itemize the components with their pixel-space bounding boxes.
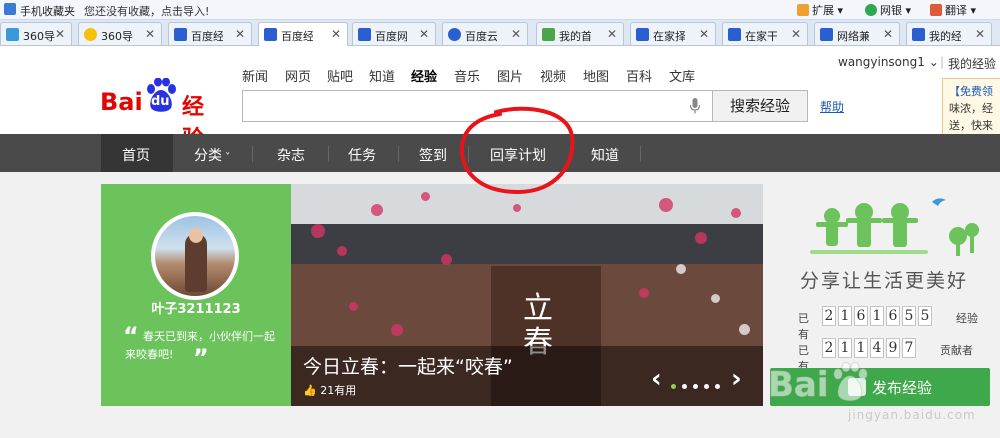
avatar-frame (151, 212, 239, 300)
divider (640, 146, 641, 162)
360-icon (6, 28, 19, 41)
tab-close-icon[interactable]: ✕ (607, 27, 617, 41)
tab-close-icon[interactable]: ✕ (791, 27, 801, 41)
nav-zhidao[interactable]: 知道 (369, 66, 395, 85)
chevron-left-icon[interactable]: ‹ (651, 364, 662, 394)
browser-tab[interactable]: 360导 ✕ (0, 22, 72, 45)
baidu-paw-icon (174, 28, 187, 41)
baidu-paw-icon (264, 28, 277, 41)
tab-close-icon[interactable]: ✕ (419, 27, 429, 41)
favorites-bar: 手机收藏夹 您还没有收藏，点击导入! 扩展 ▾ 网银 ▾ 翻译 ▾ (0, 0, 1000, 20)
browser-tab[interactable]: 网络兼 ✕ (814, 22, 900, 45)
browser-tab-bar: 360导 ✕ 360导 ✕ 百度经 ✕ 百度经 ✕ 百度网 ✕ 百度云 ✕ 我的首 ✕ 在家择… (0, 20, 1000, 46)
online-banking-button[interactable]: 网银 ▾ (865, 2, 911, 18)
favorites-icon[interactable] (4, 3, 16, 15)
nav-jingyan[interactable]: 经验 (411, 66, 437, 85)
tab-close-icon[interactable]: ✕ (55, 27, 65, 41)
divider (328, 146, 329, 162)
user-profile-card: 叶子3211123 “ 春天已到来，小伙伴们一起来咬春吧! ” (101, 184, 291, 406)
nav-tieba[interactable]: 贴吧 (327, 66, 353, 85)
translate-button[interactable]: 翻译 ▾ (930, 2, 976, 18)
annotation-circle (459, 106, 575, 195)
baidu-paw-icon (636, 28, 649, 41)
cloud-icon (448, 28, 461, 41)
translate-icon (930, 4, 942, 16)
thumbs-up-icon: 👍 (303, 384, 317, 397)
carousel-dots[interactable] (671, 378, 726, 392)
browser-tab-active[interactable]: 百度经 ✕ (258, 22, 348, 46)
360-icon (84, 28, 97, 41)
tab-close-icon[interactable]: ✕ (235, 27, 245, 41)
my-jingyan-link[interactable]: 我的经验 (948, 55, 996, 72)
tab-close-icon[interactable]: ✕ (331, 27, 341, 41)
svg-text:Bai: Bai (768, 365, 829, 405)
chevron-down-icon: ⌄ (928, 55, 939, 69)
sidebar-slogan: 分享让生活更美好 (800, 270, 969, 292)
banner-caption[interactable]: 今日立春：一起来“咬春” (303, 352, 513, 379)
browser-tab[interactable]: 在家干 ✕ (722, 22, 808, 45)
tab-zhidao[interactable]: 知道 (591, 145, 619, 165)
baidu-paw-icon (728, 28, 741, 41)
tab-close-icon[interactable]: ✕ (511, 27, 521, 41)
username-menu[interactable]: wangyinsong1 ⌄ (838, 55, 939, 69)
browser-tab[interactable]: 在家择 ✕ (630, 22, 716, 45)
chevron-right-icon[interactable]: › (731, 364, 742, 394)
baidu-paw-icon (912, 28, 925, 41)
tab-home-label[interactable]: 首页 (122, 145, 150, 165)
browser-tab[interactable]: 百度经 ✕ (168, 22, 252, 45)
divider: | (940, 55, 945, 69)
family-illustration-icon (810, 198, 979, 256)
browser-tab[interactable]: 百度云 ✕ (442, 22, 528, 45)
watermark-site: jingyan.baidu.com (848, 408, 976, 422)
tab-close-icon[interactable]: ✕ (975, 27, 985, 41)
close-quote-icon: ” (193, 344, 209, 372)
search-button[interactable]: 搜索经验 (712, 90, 808, 122)
tab-close-icon[interactable]: ✕ (145, 27, 155, 41)
help-link[interactable]: 帮助 (820, 98, 844, 115)
chevron-down-icon: ˅ (222, 152, 231, 163)
nav-music[interactable]: 音乐 (454, 66, 480, 85)
browser-tab[interactable]: 360导 ✕ (78, 22, 162, 45)
nav-wenku[interactable]: 文库 (669, 66, 695, 85)
tab-tasks[interactable]: 任务 (348, 145, 376, 165)
tab-close-icon[interactable]: ✕ (699, 27, 709, 41)
baidu-paw-icon (820, 28, 833, 41)
nav-news[interactable]: 新闻 (242, 66, 268, 85)
avatar[interactable] (155, 216, 235, 296)
tab-checkin[interactable]: 签到 (419, 145, 447, 165)
divider (398, 146, 399, 162)
tab-magazine[interactable]: 杂志 (277, 145, 305, 165)
banner-likes: 👍 21有用 (303, 384, 357, 397)
favorites-import-hint[interactable]: 您还没有收藏，点击导入! (84, 3, 209, 19)
nav-baike[interactable]: 百科 (626, 66, 652, 85)
featured-banner[interactable]: 立春 今日立春：一起来“咬春” 👍 21有用 ‹ › (291, 184, 763, 406)
extensions-button[interactable]: 扩展 ▾ (797, 2, 843, 18)
nav-web[interactable]: 网页 (285, 66, 311, 85)
baidu-paw-icon (358, 28, 371, 41)
profile-name[interactable]: 叶子3211123 (101, 298, 291, 317)
home-icon (542, 28, 555, 41)
grid-icon (797, 4, 809, 16)
microphone-icon[interactable] (690, 98, 700, 114)
shield-icon (865, 4, 877, 16)
tab-close-icon[interactable]: ✕ (883, 27, 893, 41)
nav-video[interactable]: 视频 (540, 66, 566, 85)
browser-tab[interactable]: 我的首 ✕ (536, 22, 624, 45)
favorites-title[interactable]: 手机收藏夹 (20, 3, 75, 19)
browser-tab[interactable]: 百度网 ✕ (352, 22, 436, 45)
nav-map[interactable]: 地图 (583, 66, 609, 85)
browser-tab[interactable]: 我的经 ✕ (906, 22, 992, 45)
nav-images[interactable]: 图片 (497, 66, 523, 85)
divider (252, 146, 253, 162)
tab-categories[interactable]: 分类 ˅ (194, 145, 230, 165)
